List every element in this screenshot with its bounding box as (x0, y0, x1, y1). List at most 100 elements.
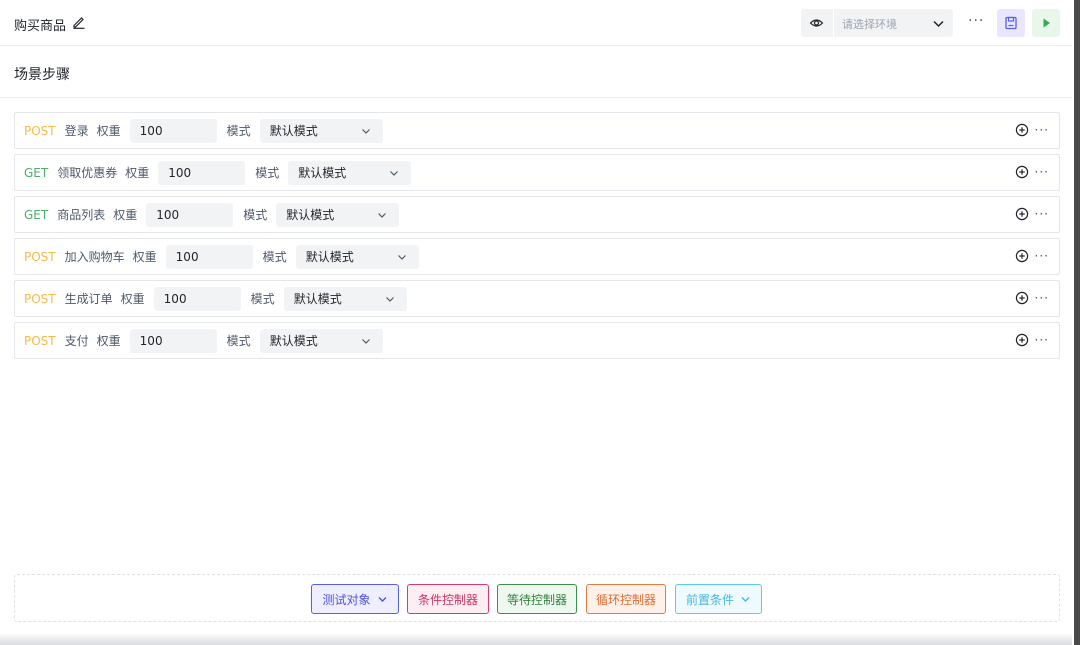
step-more-button[interactable]: ··· (1035, 291, 1049, 305)
condition-controller-button[interactable]: 条件控制器 (407, 584, 489, 614)
step-row[interactable]: POST 支付 权重 模式 默认模式 ··· (14, 322, 1060, 359)
step-name: 领取优惠券 (57, 166, 118, 180)
mode-select[interactable]: 默认模式 (288, 160, 412, 185)
mode-select[interactable]: 默认模式 (295, 244, 419, 269)
mode-select[interactable]: 默认模式 (259, 118, 383, 143)
http-method: POST (24, 333, 56, 348)
step-actions: ··· (1015, 291, 1049, 305)
section-title: 场景步骤 (14, 67, 70, 83)
step-actions: ··· (1015, 249, 1049, 263)
step-list: POST 登录 权重 模式 默认模式 ··· GET 领取优惠券 权重 模式 默… (14, 112, 1060, 364)
chevron-down-icon (361, 338, 370, 344)
weight-label: 权重 (132, 250, 157, 264)
play-icon (1043, 18, 1050, 28)
add-circle-icon[interactable] (1015, 333, 1029, 347)
scenario-steps-section: 场景步骤 (0, 46, 1072, 98)
step-actions: ··· (1015, 123, 1049, 137)
loop-controller-button[interactable]: 循环控制器 (586, 584, 666, 614)
environment-placeholder: 请选择环境 (842, 18, 897, 31)
chevron-down-icon (933, 20, 944, 28)
precondition-label: 前置条件 (685, 592, 734, 607)
weight-label: 权重 (96, 124, 121, 138)
http-method: GET (24, 207, 49, 222)
page-title: 购买商品 (14, 19, 67, 34)
wait-controller-button[interactable]: 等待控制器 (497, 584, 577, 614)
step-name: 登录 (64, 124, 89, 138)
step-more-button[interactable]: ··· (1035, 333, 1049, 347)
mode-label: 模式 (226, 334, 251, 348)
weight-label: 权重 (120, 292, 145, 306)
mode-select[interactable]: 默认模式 (259, 328, 383, 353)
eye-icon[interactable] (809, 16, 824, 30)
condition-controller-label: 条件控制器 (417, 592, 478, 607)
mode-value: 默认模式 (286, 208, 335, 222)
step-more-button[interactable]: ··· (1035, 123, 1049, 137)
test-object-label: 测试对象 (322, 592, 371, 607)
wait-controller-label: 等待控制器 (506, 592, 567, 607)
pencil-icon[interactable] (72, 15, 86, 29)
add-circle-icon[interactable] (1015, 291, 1029, 305)
step-row[interactable]: GET 领取优惠券 权重 模式 默认模式 ··· (14, 154, 1060, 191)
step-row[interactable]: POST 加入购物车 权重 模式 默认模式 ··· (14, 238, 1060, 275)
mode-label: 模式 (226, 124, 251, 138)
add-circle-icon[interactable] (1015, 123, 1029, 137)
weight-input[interactable] (146, 202, 234, 227)
weight-input[interactable] (165, 244, 253, 269)
mode-select[interactable]: 默认模式 (283, 286, 407, 311)
weight-input[interactable] (153, 286, 241, 311)
mode-label: 模式 (250, 292, 275, 306)
step-actions: ··· (1015, 333, 1049, 347)
step-name: 支付 (64, 334, 89, 348)
chevron-down-icon (390, 170, 399, 176)
chevron-down-icon (397, 254, 406, 260)
mode-label: 模式 (255, 166, 280, 180)
chevron-down-icon (378, 596, 386, 602)
mode-value: 默认模式 (305, 250, 354, 264)
step-actions: ··· (1015, 207, 1049, 221)
bottom-edge-shadow (0, 634, 1072, 645)
step-actions: ··· (1015, 165, 1049, 179)
step-row[interactable]: GET 商品列表 权重 模式 默认模式 ··· (14, 196, 1060, 233)
precondition-button[interactable]: 前置条件 (675, 584, 762, 614)
mode-label: 模式 (243, 208, 268, 222)
mode-value: 默认模式 (293, 292, 342, 306)
step-more-button[interactable]: ··· (1035, 249, 1049, 263)
vertical-scrollbar[interactable] (1074, 0, 1080, 645)
chevron-down-icon (361, 128, 370, 134)
weight-input[interactable] (158, 160, 246, 185)
mode-value: 默认模式 (269, 124, 318, 138)
save-button[interactable] (997, 9, 1025, 37)
mode-select[interactable]: 默认模式 (276, 202, 400, 227)
page-header: 购买商品 请选择环境 ··· (0, 0, 1072, 46)
save-icon (1005, 16, 1017, 30)
add-circle-icon[interactable] (1015, 165, 1029, 179)
step-row[interactable]: POST 登录 权重 模式 默认模式 ··· (14, 112, 1060, 149)
mode-value: 默认模式 (269, 334, 318, 348)
weight-label: 权重 (96, 334, 121, 348)
weight-input[interactable] (129, 328, 217, 353)
http-method: POST (24, 249, 56, 264)
chevron-down-icon (741, 596, 750, 602)
http-method: POST (24, 291, 56, 306)
step-row[interactable]: POST 生成订单 权重 模式 默认模式 ··· (14, 280, 1060, 317)
test-object-button[interactable]: 测试对象 (311, 584, 399, 614)
mode-value: 默认模式 (298, 166, 347, 180)
mode-label: 模式 (262, 250, 287, 264)
environment-picker: 请选择环境 (801, 9, 953, 37)
step-name: 生成订单 (64, 292, 113, 306)
weight-label: 权重 (113, 208, 138, 222)
step-name: 加入购物车 (64, 250, 125, 264)
http-method: POST (24, 123, 56, 138)
run-button[interactable] (1032, 9, 1060, 37)
more-options-button[interactable]: ··· (968, 13, 984, 29)
weight-input[interactable] (129, 118, 217, 143)
add-circle-icon[interactable] (1015, 249, 1029, 263)
step-more-button[interactable]: ··· (1035, 207, 1049, 221)
chevron-down-icon (378, 212, 387, 218)
loop-controller-label: 循环控制器 (595, 592, 656, 607)
add-circle-icon[interactable] (1015, 207, 1029, 221)
chevron-down-icon (385, 296, 394, 302)
environment-select[interactable]: 请选择环境 (834, 9, 953, 37)
step-name: 商品列表 (57, 208, 106, 222)
step-more-button[interactable]: ··· (1035, 165, 1049, 179)
